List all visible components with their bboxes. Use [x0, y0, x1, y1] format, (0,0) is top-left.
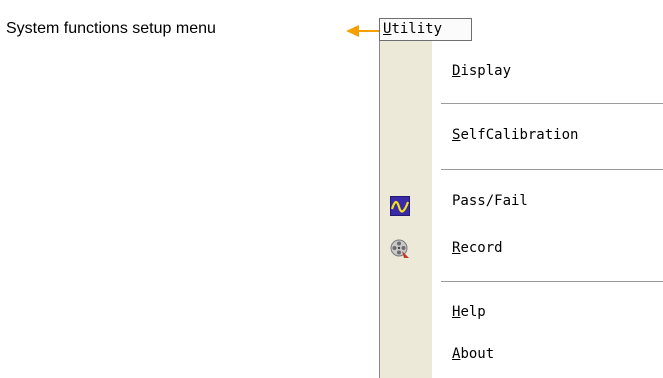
menu-item-help[interactable]: Help — [452, 304, 486, 320]
menu-item-pass-fail[interactable]: Pass/Fail — [452, 193, 528, 209]
menu-item-selfcalibration[interactable]: SelfCalibration — [452, 127, 578, 143]
menu-item-label: isplay — [460, 63, 512, 79]
utility-dropdown-menu: Display SelfCalibration Pass/Fail Record… — [379, 41, 663, 378]
menu-item-label: elfCalibration — [460, 127, 579, 143]
menu-item-display[interactable]: Display — [452, 63, 511, 79]
menu-item-about[interactable]: About — [452, 346, 494, 362]
menu-item-label: bout — [460, 346, 495, 362]
menu-separator — [441, 103, 663, 104]
menu-item-record[interactable]: Record — [452, 240, 503, 256]
menu-separator — [441, 169, 663, 170]
menu-separator — [441, 281, 663, 282]
film-reel-icon — [390, 239, 409, 258]
annotation-label: System functions setup menu — [6, 20, 216, 37]
pass-fail-waveform-icon — [390, 196, 410, 216]
menu-item-label: ecord — [460, 240, 503, 256]
menu-item-label: Pass/Fail — [452, 193, 528, 209]
utility-menu-button[interactable]: Utility — [379, 18, 472, 41]
menu-item-label: elp — [460, 304, 486, 320]
menu-title-text: tility — [391, 21, 443, 37]
